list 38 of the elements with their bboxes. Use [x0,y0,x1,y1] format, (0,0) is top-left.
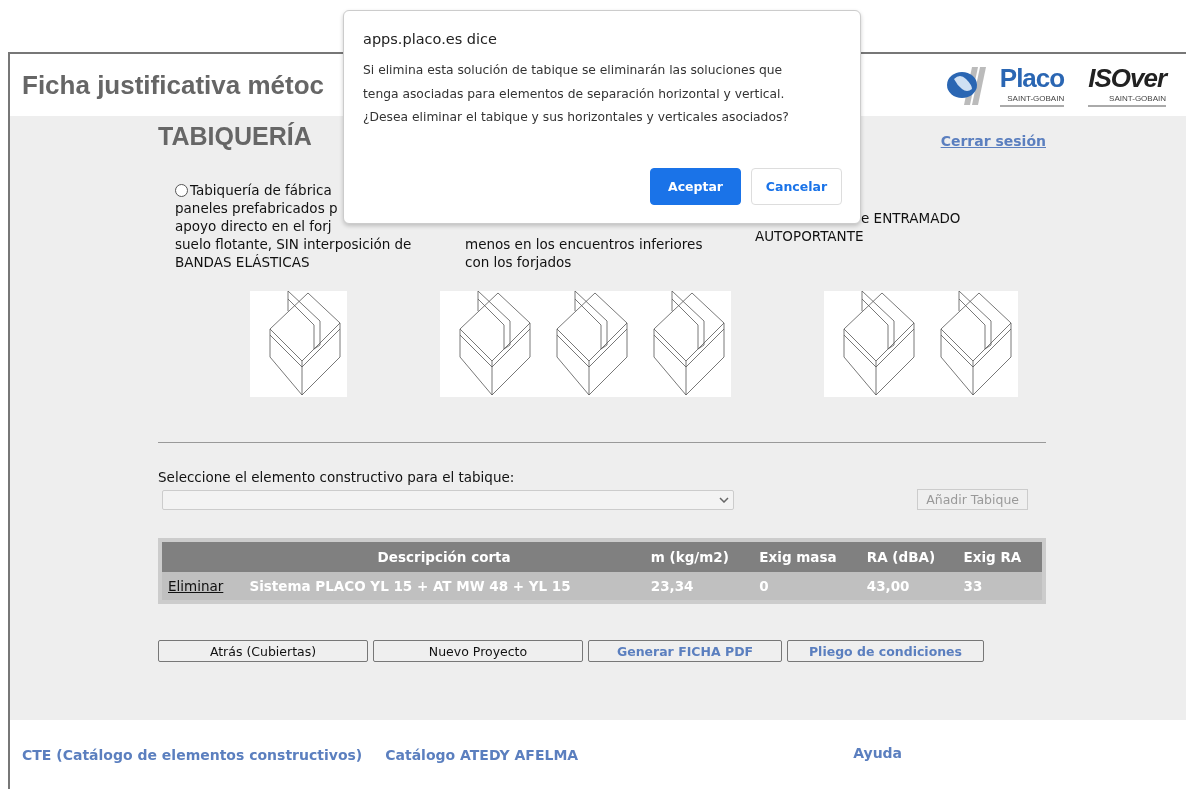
option-text: suelo flotante, SIN interposición de [175,236,412,252]
section-title: TABIQUERÍA [158,122,312,151]
option-text: apoyo directo en el forj [175,218,332,234]
table-cell: 0 [759,578,769,594]
action-button[interactable]: Nuevo Proyecto [373,640,583,662]
chevron-down-icon [719,496,729,503]
page-title: Ficha justificativa métoc [22,69,324,101]
option-text: Tabiquería de fábrica [190,182,332,198]
option-text: BANDAS ELÁSTICAS [175,254,310,270]
table-cell: 23,34 [650,578,694,594]
option-text: menos en los encuentros inferiores [465,236,703,252]
column-header: RA (dBA) [866,549,936,565]
column-header: Exig masa [759,549,837,565]
action-button[interactable]: Atrás (Cubiertas) [158,640,368,662]
help-link[interactable]: Ayuda [853,744,903,761]
radio-button[interactable] [175,184,188,197]
column-header: Exig RA [963,549,1022,565]
footer-link[interactable]: CTE (Catálogo de elementos constructivos) [22,746,363,763]
table-cell: 43,00 [866,578,910,594]
column-header: m (kg/m2) [650,549,729,565]
option-text: con los forjados [465,254,572,270]
dialog-title: apps.placo.es dice [363,31,498,47]
option-text: paneles prefabricados p [175,200,338,216]
option-text: AUTOPORTANTE [755,228,864,244]
footer-link[interactable]: Catálogo ATEDY AFELMA [385,746,579,763]
confirm-button[interactable]: Aceptar [650,168,741,205]
brand-logo: ISOver SAINT-GOBAIN [1088,63,1166,107]
action-button[interactable]: Pliego de condiciones [787,640,984,662]
brand-logo: Placo SAINT-GOBAIN [999,63,1065,107]
logout-link[interactable]: Cerrar sesión [940,133,1046,149]
select-label: Seleccione el elemento constructivo para el tabique: [158,469,516,485]
column-header: Descripción corta [377,549,511,565]
table-cell: Sistema PLACO YL 15 + AT MW 48 + YL 15 [249,578,571,594]
cancel-button[interactable]: Cancelar [751,168,842,205]
dialog-message: Si elimina esta solución de tabique se eliminarán las soluciones que tenga asociadas para elementos de separación horizontal y vertical. ¿Desea eliminar el tabique y sus horizontales y verticales asociados? [363,62,790,126]
table-cell: 33 [963,578,983,594]
action-button[interactable]: Generar FICHA PDF [588,640,782,662]
option-text: e ENTRAMADO [861,210,961,226]
